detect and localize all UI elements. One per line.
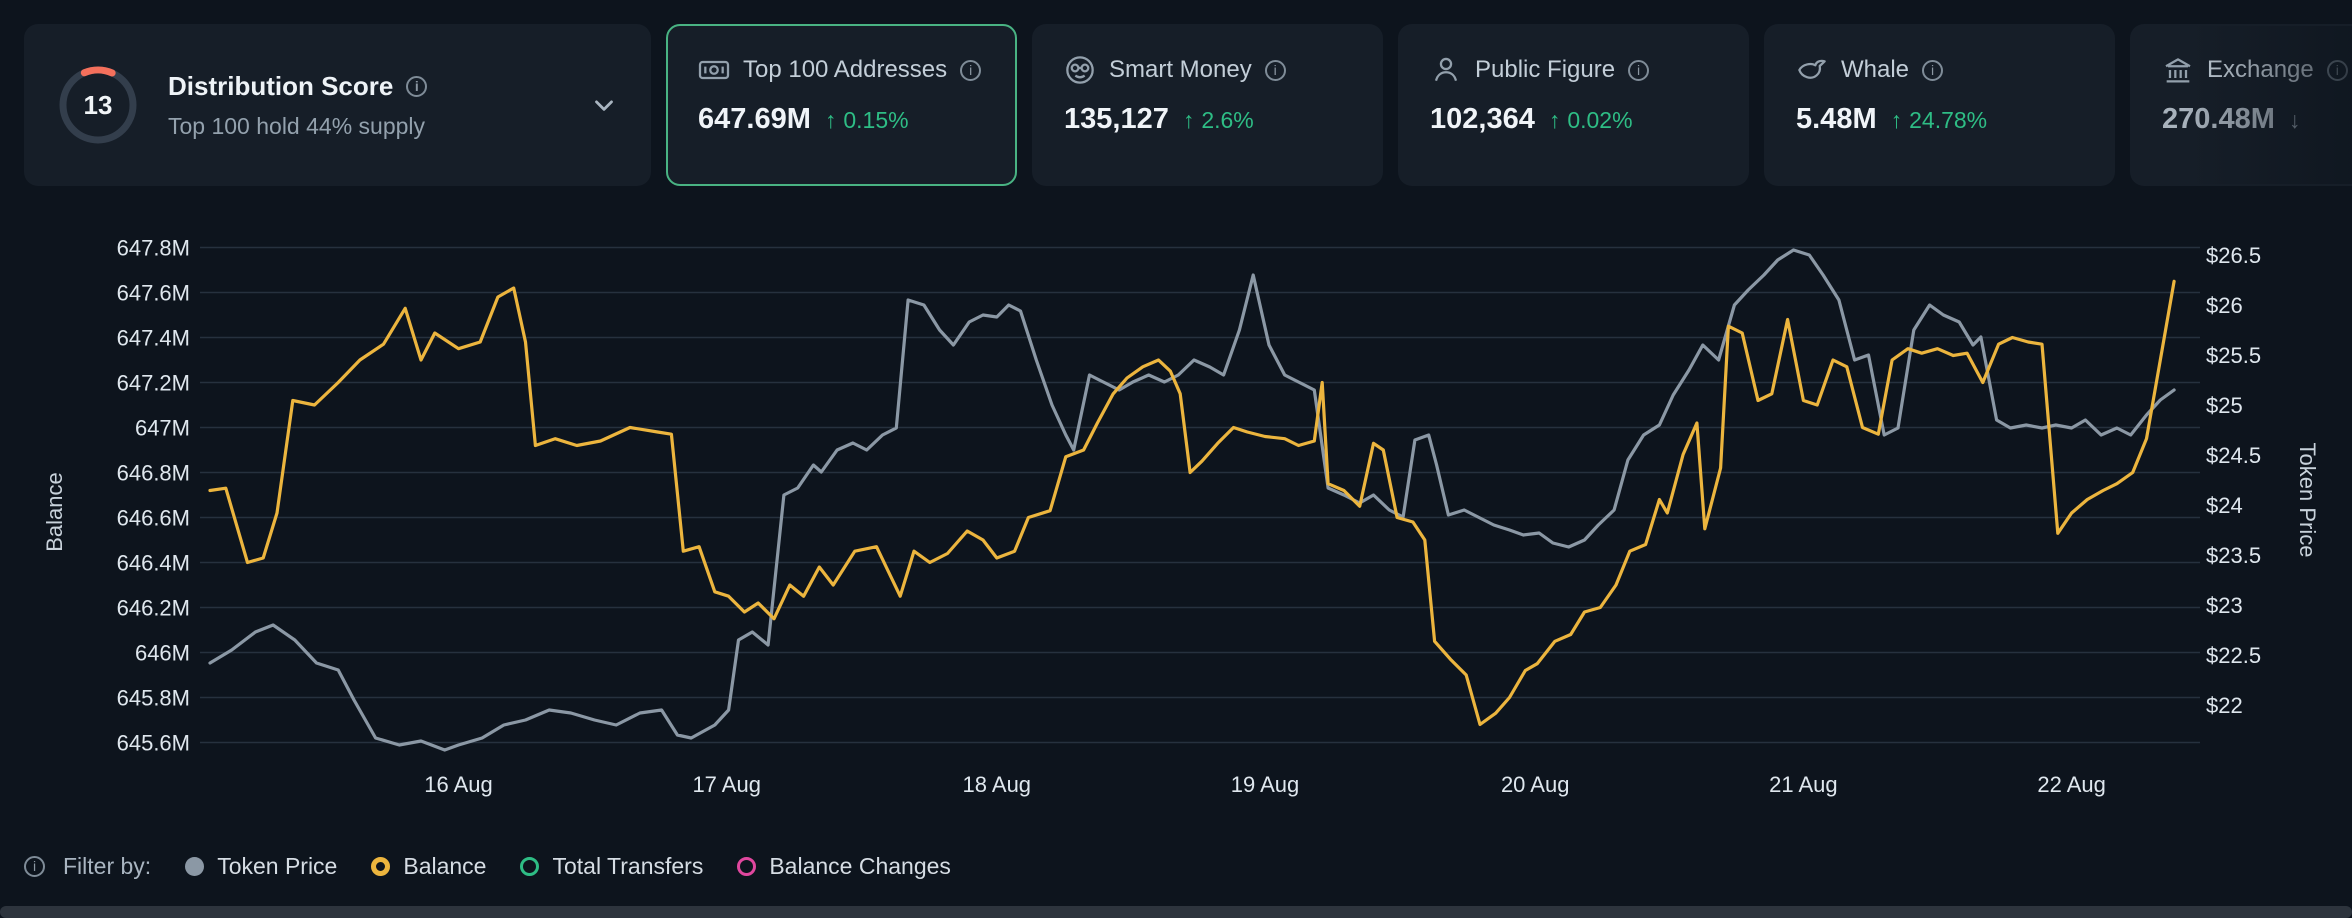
info-icon[interactable] [1922, 60, 1943, 81]
token-price-marker-icon [185, 857, 204, 876]
svg-text:Token Price: Token Price [2295, 443, 2320, 558]
stat-label: Smart Money [1109, 56, 1252, 84]
svg-text:$26: $26 [2206, 293, 2243, 318]
info-icon[interactable] [960, 60, 981, 81]
svg-text:19 Aug: 19 Aug [1231, 772, 1300, 797]
distribution-score-card[interactable]: 13 Distribution Score Top 100 hold 44% s… [24, 24, 651, 186]
stat-value: 5.48M [1796, 103, 1877, 136]
balance-line [210, 281, 2174, 724]
filter-by-label: Filter by: [63, 853, 151, 880]
info-icon[interactable] [2327, 60, 2348, 81]
svg-text:647M: 647M [135, 416, 190, 441]
distribution-score-gauge: 13 [56, 63, 140, 147]
svg-text:646M: 646M [135, 641, 190, 666]
legend-item-total-transfers[interactable]: Total Transfers [520, 853, 703, 880]
svg-text:21 Aug: 21 Aug [1769, 772, 1838, 797]
svg-text:645.8M: 645.8M [117, 686, 190, 711]
stat-change: ↑0.15% [825, 107, 909, 134]
stat-value: 135,127 [1064, 103, 1169, 136]
svg-text:$25: $25 [2206, 393, 2243, 418]
up-arrow-icon: ↑ [825, 107, 837, 134]
banknote-icon [698, 54, 730, 86]
stat-change: ↑24.78% [1891, 107, 1988, 134]
svg-text:16 Aug: 16 Aug [424, 772, 493, 797]
down-arrow-icon: ↓ [2289, 107, 2301, 134]
balance-marker-icon [371, 857, 390, 876]
stat-label: Whale [1841, 56, 1909, 84]
legend-label: Balance [403, 853, 486, 880]
svg-text:20 Aug: 20 Aug [1501, 772, 1570, 797]
chevron-down-icon[interactable] [589, 90, 619, 120]
stat-value: 270.48M [2162, 103, 2275, 136]
stat-value: 647.69M [698, 103, 811, 136]
balance-changes-marker-icon [737, 857, 756, 876]
stat-change: ↑2.6% [1183, 107, 1254, 134]
stat-card-public-figure[interactable]: Public Figure 102,364 ↑0.02% [1398, 24, 1749, 186]
svg-text:$23: $23 [2206, 593, 2243, 618]
svg-text:$23.5: $23.5 [2206, 543, 2261, 568]
svg-text:$22.5: $22.5 [2206, 643, 2261, 668]
svg-text:18 Aug: 18 Aug [963, 772, 1032, 797]
svg-text:646.2M: 646.2M [117, 596, 190, 621]
svg-text:17 Aug: 17 Aug [692, 772, 761, 797]
stat-card-smart-money[interactable]: Smart Money 135,127 ↑2.6% [1032, 24, 1383, 186]
svg-text:647.4M: 647.4M [117, 326, 190, 351]
total-transfers-marker-icon [520, 857, 539, 876]
info-icon[interactable] [24, 856, 45, 877]
svg-text:645.6M: 645.6M [117, 731, 190, 756]
legend-label: Balance Changes [769, 853, 951, 880]
legend-label: Total Transfers [552, 853, 703, 880]
smart-money-icon [1064, 54, 1096, 86]
svg-text:$24: $24 [2206, 493, 2243, 518]
svg-text:$26.5: $26.5 [2206, 243, 2261, 268]
distribution-score-subtitle: Top 100 hold 44% supply [168, 113, 427, 140]
svg-text:646.8M: 646.8M [117, 461, 190, 486]
legend-item-balance-changes[interactable]: Balance Changes [737, 853, 951, 880]
token-price-line [210, 250, 2174, 750]
svg-text:646.6M: 646.6M [117, 506, 190, 531]
horizontal-scrollbar[interactable] [0, 906, 2352, 918]
svg-text:$22: $22 [2206, 693, 2243, 718]
stat-change: ↓ [2289, 107, 2308, 134]
filter-legend: Filter by: Token Price Balance Total Tra… [24, 846, 951, 886]
stat-card-whale[interactable]: Whale 5.48M ↑24.78% [1764, 24, 2115, 186]
info-icon[interactable] [1265, 60, 1286, 81]
legend-item-token-price[interactable]: Token Price [185, 853, 337, 880]
legend-item-balance[interactable]: Balance [371, 853, 486, 880]
svg-text:$25.5: $25.5 [2206, 343, 2261, 368]
up-arrow-icon: ↑ [1183, 107, 1195, 134]
stat-label: Public Figure [1475, 56, 1615, 84]
svg-text:Balance: Balance [42, 472, 67, 552]
bank-icon [2162, 54, 2194, 86]
info-icon[interactable] [406, 76, 427, 97]
up-arrow-icon: ↑ [1549, 107, 1561, 134]
distribution-score-title: Distribution Score [168, 71, 393, 102]
svg-text:646.4M: 646.4M [117, 551, 190, 576]
whale-icon [1796, 54, 1828, 86]
stat-card-top-100-addresses[interactable]: Top 100 Addresses 647.69M ↑0.15% [666, 24, 1017, 186]
svg-text:647.2M: 647.2M [117, 371, 190, 396]
svg-text:647.6M: 647.6M [117, 281, 190, 306]
stats-card-row: 13 Distribution Score Top 100 hold 44% s… [24, 24, 2352, 186]
svg-text:647.8M: 647.8M [117, 236, 190, 261]
info-icon[interactable] [1628, 60, 1649, 81]
stat-card-exchange[interactable]: Exchange 270.48M ↓ [2130, 24, 2352, 186]
stat-label: Exchange [2207, 56, 2314, 84]
legend-label: Token Price [217, 853, 337, 880]
svg-text:$24.5: $24.5 [2206, 443, 2261, 468]
stat-label: Top 100 Addresses [743, 56, 947, 84]
stat-value: 102,364 [1430, 103, 1535, 136]
distribution-score-value: 13 [56, 63, 140, 147]
public-figure-icon [1430, 54, 1462, 86]
up-arrow-icon: ↑ [1891, 107, 1903, 134]
stat-change: ↑0.02% [1549, 107, 1633, 134]
svg-text:22 Aug: 22 Aug [2037, 772, 2106, 797]
